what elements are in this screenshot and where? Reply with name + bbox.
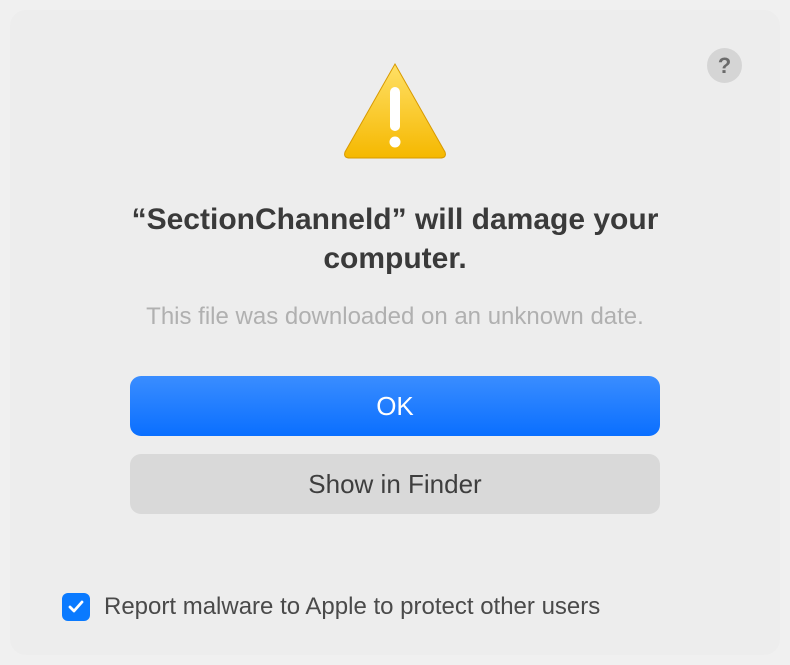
button-group: OK Show in Finder xyxy=(130,376,660,514)
report-malware-label: Report malware to Apple to protect other… xyxy=(104,593,600,621)
ok-button[interactable]: OK xyxy=(130,376,660,436)
checkmark-icon xyxy=(66,597,86,617)
dialog-title: “SectionChanneld” will damage your compu… xyxy=(110,200,680,278)
alert-dialog: ? “SectionChanneld” will damage your com… xyxy=(10,10,780,655)
report-malware-checkbox[interactable] xyxy=(62,593,90,621)
dialog-subtitle: This file was downloaded on an unknown d… xyxy=(146,303,644,331)
warning-icon xyxy=(340,60,450,165)
help-button[interactable]: ? xyxy=(707,48,742,83)
show-in-finder-button[interactable]: Show in Finder xyxy=(130,454,660,514)
help-icon: ? xyxy=(718,53,731,79)
report-malware-row: Report malware to Apple to protect other… xyxy=(62,593,600,621)
